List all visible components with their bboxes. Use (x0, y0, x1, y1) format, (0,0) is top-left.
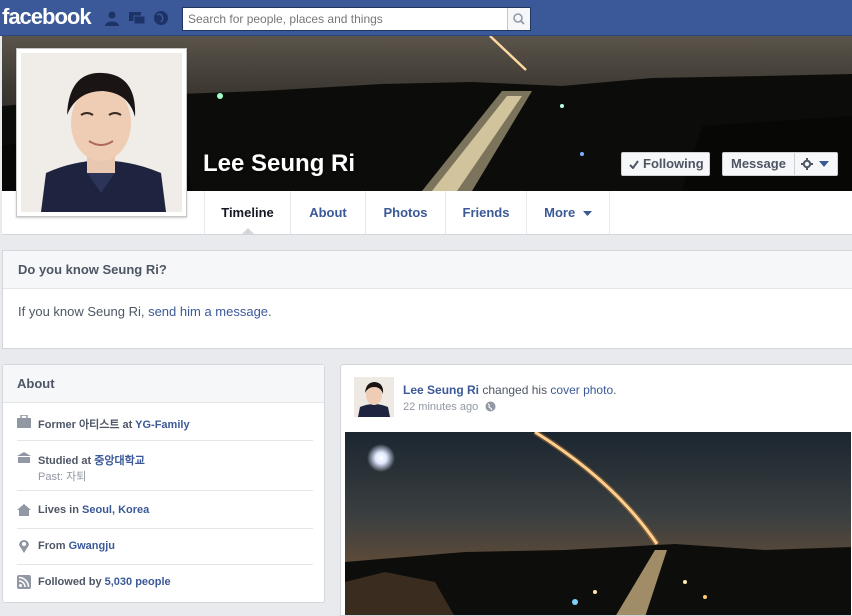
timeline-post: Lee Seung Ri changed his cover photo. 22… (340, 364, 852, 616)
friend-requests-icon[interactable] (103, 10, 121, 26)
lives-place-link[interactable]: Seoul, Korea (82, 504, 149, 516)
location-pin-icon (19, 540, 29, 553)
tab-photos-label: Photos (383, 205, 428, 220)
tab-about[interactable]: About (291, 191, 366, 234)
education-school-link[interactable]: 중앙대학교 (94, 455, 145, 467)
post-timestamp: 22 minutes ago (403, 401, 496, 413)
following-button[interactable]: Following (621, 152, 710, 176)
post-author-link[interactable]: Lee Seung Ri (403, 383, 479, 397)
about-from: From Gwangju (17, 539, 313, 565)
education-icon (17, 452, 31, 463)
from-prefix: From (38, 540, 69, 552)
gear-icon[interactable] (801, 158, 813, 170)
lives-prefix: Lives in (38, 504, 83, 516)
post-headline: Lee Seung Ri changed his cover photo. (403, 383, 616, 397)
facebook-logo[interactable]: facebook (2, 4, 92, 30)
caret-down-icon (582, 210, 592, 216)
search-icon (513, 13, 525, 25)
search-box (182, 7, 531, 31)
work-prefix: Former (38, 419, 79, 431)
know-box-prefix: If you know Seung Ri, (18, 304, 149, 319)
about-title[interactable]: About (3, 365, 324, 403)
send-message-link[interactable]: send him a message (148, 304, 268, 319)
rss-icon (17, 575, 31, 589)
post-avatar[interactable] (354, 377, 394, 417)
profile-picture[interactable] (16, 48, 187, 217)
about-work: Former 아티스트 at YG-Family (17, 415, 313, 441)
caret-down-icon (819, 161, 829, 167)
work-at: at (119, 419, 136, 431)
about-card: About Former 아티스트 at YG-Family Studied a… (2, 364, 325, 603)
messages-icon[interactable] (128, 10, 146, 26)
about-education: Studied at 중앙대학교 Past: 자퇴 (17, 451, 313, 491)
work-role: 아티스트 (78, 419, 120, 431)
check-icon (629, 160, 639, 169)
tab-friends[interactable]: Friends (446, 191, 527, 234)
know-box-text: If you know Seung Ri, send him a message… (3, 289, 852, 319)
education-prefix: Studied at (38, 455, 95, 467)
notifications-icon[interactable] (152, 10, 170, 26)
know-box: Do you know Seung Ri? If you know Seung … (2, 250, 852, 349)
from-place-link[interactable]: Gwangju (69, 540, 115, 552)
active-tab-caret (241, 228, 254, 234)
about-lives: Lives in Seoul, Korea (17, 503, 313, 529)
globe-icon[interactable] (485, 401, 496, 412)
search-input[interactable] (183, 8, 508, 30)
following-label: Following (643, 156, 704, 171)
tab-timeline[interactable]: Timeline (204, 191, 291, 234)
search-button[interactable] (507, 8, 530, 30)
top-bar: facebook (0, 0, 852, 36)
tab-friends-label: Friends (462, 205, 510, 220)
tab-photos[interactable]: Photos (366, 191, 446, 234)
post-photo[interactable] (345, 432, 851, 615)
tab-about-label: About (309, 205, 347, 220)
post-action: changed his (479, 383, 551, 397)
profile-photo (21, 53, 182, 212)
post-end: . (613, 383, 617, 397)
tab-timeline-label: Timeline (221, 205, 274, 220)
home-icon (17, 504, 31, 516)
know-box-title: Do you know Seung Ri? (3, 251, 852, 289)
message-button[interactable]: Message (722, 152, 838, 176)
post-time-link[interactable]: 22 minutes ago (403, 401, 478, 413)
briefcase-icon (17, 415, 31, 428)
tab-more-label: More (544, 205, 576, 220)
education-past: Past: 자퇴 (38, 471, 87, 483)
post-photo-image (345, 432, 851, 615)
about-followed: Followed by 5,030 people (17, 575, 313, 597)
work-company-link[interactable]: YG-Family (135, 419, 189, 431)
message-label: Message (731, 156, 786, 171)
tab-more[interactable]: More (527, 191, 610, 234)
cover-photo-link[interactable]: cover photo (550, 383, 613, 397)
followed-prefix: Followed by (38, 576, 105, 588)
followers-link[interactable]: 5,030 people (105, 576, 171, 588)
know-box-suffix: . (268, 304, 272, 319)
profile-name[interactable]: Lee Seung Ri (203, 150, 355, 178)
